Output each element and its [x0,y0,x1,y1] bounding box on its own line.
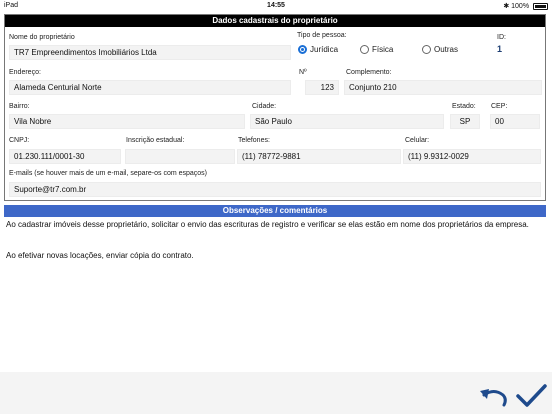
id-value: 1 [497,44,503,54]
phones-field[interactable]: (11) 78772-9881 [237,149,401,164]
person-type-label: Tipo de pessoa: [297,32,347,39]
radio-fisica-label: Física [372,45,394,54]
observations-paragraph-1[interactable]: Ao cadastrar imóveis desse proprietário,… [6,220,541,230]
district-label: Bairro: [9,103,30,110]
address-label: Endereço: [9,69,41,76]
zip-label: CEP: [491,103,508,110]
radio-juridica[interactable]: Jurídica [298,44,338,56]
number-label: Nº [299,69,307,76]
id-label: ID: [497,34,506,41]
form-title: Dados cadastrais do proprietário [5,15,545,27]
status-bar: iPad 14:55 ✱ 100% [0,0,552,12]
radio-outras-label: Outras [434,45,459,54]
mobile-label: Celular: [405,137,430,144]
city-field[interactable]: São Paulo [250,114,444,129]
radio-outras[interactable]: Outras [422,44,458,56]
radio-unchecked-icon [422,45,431,55]
state-field[interactable]: SP [450,114,480,129]
emails-field[interactable]: Suporte@tr7.com.br [9,182,541,197]
city-label: Cidade: [252,103,277,110]
complement-label: Complemento: [346,69,392,76]
mobile-field[interactable]: (11) 9.9312-0029 [403,149,541,164]
name-label: Nome do proprietário [9,34,75,41]
phones-label: Telefones: [238,137,270,144]
district-field[interactable]: Vila Nobre [9,114,245,129]
state-registration-label: Inscrição estadual: [126,137,185,144]
cnpj-label: CNPJ: [9,137,30,144]
address-field[interactable]: Alameda Centurial Norte [9,80,291,95]
complement-field[interactable]: Conjunto 210 [344,80,542,95]
battery-icon [533,2,548,10]
name-field[interactable]: TR7 Empreendimentos Imobiliários Ltda [9,45,291,60]
radio-checked-icon [298,45,307,55]
checkmark-icon [516,384,547,407]
number-field[interactable]: 123 [305,80,339,95]
state-registration-field[interactable] [125,149,235,164]
emails-label: E-mails (se houver mais de um e-mail, se… [9,170,208,177]
battery-indicator: ✱ 100% [503,2,548,10]
owner-form-panel: Dados cadastrais do proprietário Nome do… [4,14,546,201]
undo-icon [480,389,507,407]
radio-unchecked-icon [360,45,369,55]
radio-juridica-label: Jurídica [310,45,339,54]
radio-fisica[interactable]: Física [360,44,393,56]
undo-button[interactable] [478,385,510,409]
state-label: Estado: [452,103,476,110]
bottom-toolbar [0,372,552,414]
zip-field[interactable]: 00 [490,114,540,129]
observations-paragraph-2[interactable]: Ao efetivar novas locações, enviar cópia… [6,251,541,261]
cnpj-field[interactable]: 01.230.111/0001-30 [9,149,121,164]
battery-percent: 100% [511,3,530,10]
status-time: 14:55 [267,2,285,9]
observations-title: Observações / comentários [4,205,546,217]
confirm-button[interactable] [515,383,548,409]
bluetooth-icon: ✱ [503,3,510,10]
